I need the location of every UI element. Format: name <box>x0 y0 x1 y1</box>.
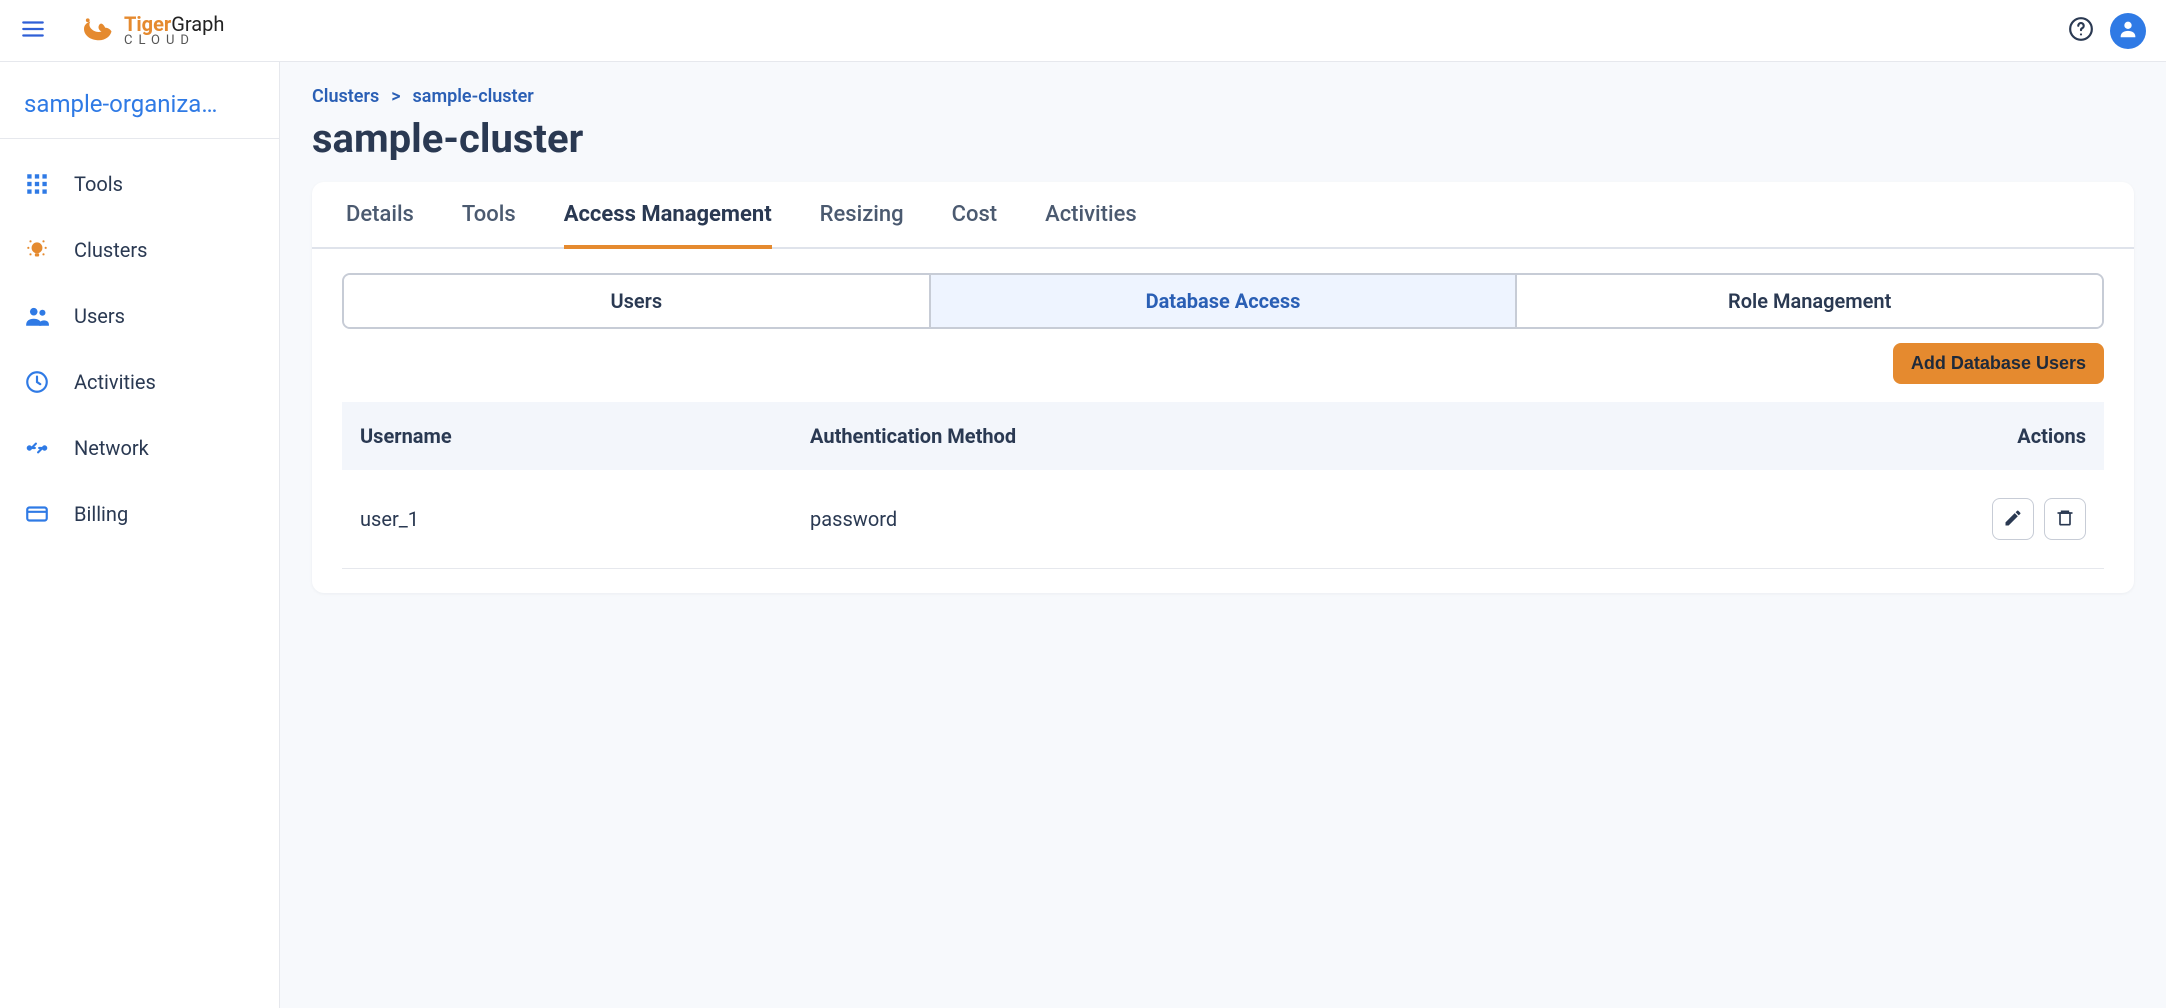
account-avatar[interactable] <box>2110 13 2146 49</box>
bulb-icon <box>24 237 50 263</box>
network-icon <box>24 435 50 461</box>
tab-resizing[interactable]: Resizing <box>820 202 904 249</box>
action-bar: Add Database Users <box>342 343 2104 384</box>
sidebar-item-billing[interactable]: Billing <box>0 481 279 547</box>
sidebar-item-clusters[interactable]: Clusters <box>0 217 279 283</box>
cluster-card: Details Tools Access Management Resizing Cos… <box>312 182 2134 593</box>
subtab-segmented: UsersDatabase AccessRole Management <box>342 273 2104 329</box>
sidebar-item-label: Tools <box>74 172 123 196</box>
help-button[interactable] <box>2068 16 2094 46</box>
sidebar-item-network[interactable]: Network <box>0 415 279 481</box>
user-icon <box>2117 18 2139 44</box>
tab-cost[interactable]: Cost <box>952 202 998 249</box>
breadcrumb-root[interactable]: Clusters <box>312 86 379 107</box>
tab-activities[interactable]: Activities <box>1045 202 1137 249</box>
cell-username: user_1 <box>342 470 792 569</box>
th-auth: Authentication Method <box>792 402 1646 470</box>
add-database-users-button[interactable]: Add Database Users <box>1893 343 2104 384</box>
delete-button[interactable] <box>2044 498 2086 540</box>
tab-bar: Details Tools Access Management Resizing Cos… <box>312 182 2134 249</box>
main-content: Clusters > sample-cluster sample-cluster… <box>280 62 2166 1008</box>
brand-logo[interactable]: TigerGraph CLOUD <box>74 9 224 53</box>
sidebar-item-label: Activities <box>74 370 156 394</box>
subtab-roles[interactable]: Role Management <box>1515 275 2102 327</box>
breadcrumb: Clusters > sample-cluster <box>312 86 2134 107</box>
sidebar-item-label: Clusters <box>74 238 147 262</box>
sidebar: sample-organiza… Tools Clusters Users Activ… <box>0 62 280 1008</box>
brand-wordmark: TigerGraph CLOUD <box>124 14 224 47</box>
pencil-icon <box>2003 508 2023 531</box>
org-selector[interactable]: sample-organiza… <box>0 62 279 139</box>
card-icon <box>24 501 50 527</box>
sidebar-item-tools[interactable]: Tools <box>0 151 279 217</box>
cell-auth-method: password <box>792 470 1646 569</box>
breadcrumb-current[interactable]: sample-cluster <box>413 86 534 107</box>
tiger-mark-icon <box>74 9 114 53</box>
chevron-right-icon: > <box>391 86 400 107</box>
tab-details[interactable]: Details <box>346 202 414 249</box>
hamburger-button[interactable] <box>20 16 46 46</box>
table-row: user_1password <box>342 470 2104 569</box>
menu-icon <box>20 16 46 46</box>
tab-access[interactable]: Access Management <box>564 202 772 249</box>
sidenav: Tools Clusters Users Activities Network Billi… <box>0 139 279 559</box>
page-title: sample-cluster <box>312 115 2134 162</box>
sidebar-item-label: Billing <box>74 502 128 526</box>
users-icon <box>24 303 50 329</box>
subtab-dbacc[interactable]: Database Access <box>929 275 1516 327</box>
tab-tools[interactable]: Tools <box>462 202 516 249</box>
topbar: TigerGraph CLOUD <box>0 0 2166 62</box>
sidebar-item-label: Users <box>74 304 125 328</box>
th-actions: Actions <box>1646 402 2104 470</box>
sidebar-item-users[interactable]: Users <box>0 283 279 349</box>
clock-icon <box>24 369 50 395</box>
db-users-table: Username Authentication Method Actions u… <box>342 402 2104 569</box>
subtab-users[interactable]: Users <box>344 275 929 327</box>
th-username: Username <box>342 402 792 470</box>
help-icon <box>2068 27 2094 46</box>
trash-icon <box>2055 508 2075 531</box>
edit-button[interactable] <box>1992 498 2034 540</box>
sidebar-item-activities[interactable]: Activities <box>0 349 279 415</box>
sidebar-item-label: Network <box>74 436 149 460</box>
cell-actions <box>1646 470 2104 569</box>
grid-icon <box>24 171 50 197</box>
